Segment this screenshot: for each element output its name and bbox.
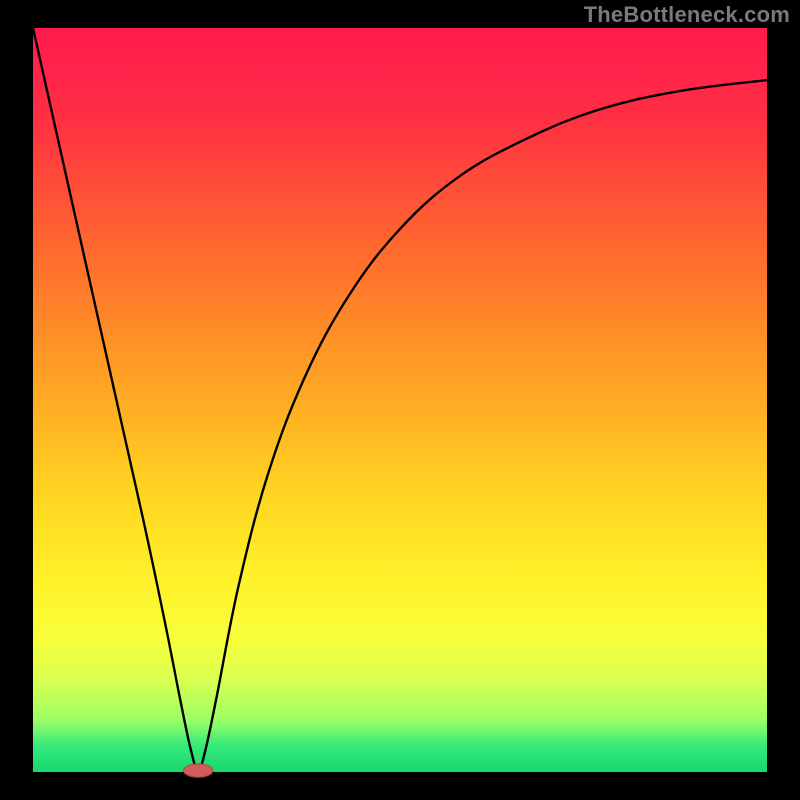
watermark-text: TheBottleneck.com [584, 2, 790, 28]
bottleneck-chart [0, 0, 800, 800]
plot-background [33, 28, 767, 772]
outer-frame: { "watermark": "TheBottleneck.com", "col… [0, 0, 800, 800]
optimal-marker [183, 764, 212, 777]
